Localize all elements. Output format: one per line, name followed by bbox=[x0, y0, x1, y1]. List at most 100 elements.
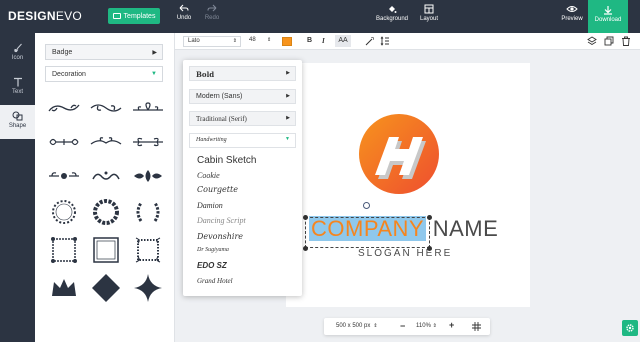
shape-icon bbox=[12, 111, 23, 121]
download-button[interactable]: Download bbox=[588, 0, 628, 33]
laurel-wreath-icon[interactable] bbox=[129, 195, 167, 229]
ornament-flourish-icon[interactable] bbox=[87, 159, 125, 193]
diamond-shape-icon[interactable] bbox=[87, 271, 125, 305]
text-icon bbox=[13, 77, 22, 87]
download-icon bbox=[604, 6, 612, 15]
resize-handle[interactable] bbox=[303, 215, 308, 220]
redo-button[interactable]: Redo bbox=[195, 4, 229, 21]
caret-down-icon: ▼ bbox=[285, 137, 290, 142]
font-dropdown: Bold ▶ Modern (Sans) ▶ Traditional (Seri… bbox=[183, 60, 302, 296]
design-canvas[interactable]: COMPANY NAME SLOGAN HERE bbox=[286, 63, 530, 307]
bold-button[interactable]: B bbox=[307, 37, 312, 44]
app-logo[interactable]: DESIGNEVO bbox=[8, 9, 82, 23]
font-option[interactable]: Grand Hotel bbox=[197, 277, 233, 285]
company-selected-text[interactable]: COMPANY bbox=[309, 216, 427, 241]
ornament-flourish-icon[interactable] bbox=[129, 159, 167, 193]
magic-wand-icon[interactable] bbox=[365, 36, 375, 46]
layout-icon bbox=[424, 4, 434, 14]
redo-label: Redo bbox=[204, 15, 220, 21]
zoom-bar: 500 x 500 px ⇕ − 110% ⇕ + bbox=[324, 318, 490, 335]
company-name-text[interactable]: COMPANY NAME bbox=[309, 216, 498, 242]
duplicate-icon[interactable] bbox=[604, 36, 614, 46]
font-option[interactable]: Devonshire bbox=[197, 232, 243, 241]
trash-icon[interactable] bbox=[621, 36, 631, 46]
laurel-wreath-icon[interactable] bbox=[45, 195, 83, 229]
font-option[interactable]: Cabin Sketch bbox=[197, 155, 256, 166]
font-option[interactable]: Courgette bbox=[197, 185, 238, 194]
nav-item-text[interactable]: Text bbox=[0, 71, 35, 105]
nav-item-label: Shape bbox=[8, 123, 27, 129]
ornament-flourish-icon[interactable] bbox=[45, 159, 83, 193]
templates-icon bbox=[112, 13, 121, 19]
ornament-flourish-icon[interactable] bbox=[87, 125, 125, 159]
canvas-size-select[interactable]: 500 x 500 px ⇕ bbox=[336, 323, 378, 329]
grid-icon[interactable] bbox=[472, 322, 481, 331]
slogan-text[interactable]: SLOGAN HERE bbox=[358, 248, 452, 259]
zoom-in-button[interactable]: + bbox=[449, 320, 454, 330]
nav-item-shape[interactable]: Shape bbox=[0, 105, 35, 139]
font-select-value: Lato bbox=[188, 38, 200, 44]
category-label: Decoration bbox=[52, 71, 86, 78]
ornate-frame-icon[interactable] bbox=[45, 233, 83, 267]
templates-button[interactable]: Templates bbox=[108, 8, 160, 24]
background-label: Background bbox=[375, 16, 409, 22]
updown-icon: ⇕ bbox=[432, 323, 437, 329]
resize-handle[interactable] bbox=[427, 246, 432, 251]
four-point-star-shape-icon[interactable] bbox=[129, 271, 167, 305]
updown-icon[interactable]: ⇕ bbox=[267, 37, 271, 43]
layout-button[interactable]: Layout bbox=[412, 4, 446, 22]
uppercase-button[interactable]: AA bbox=[335, 35, 351, 47]
resize-handle[interactable] bbox=[427, 215, 432, 220]
layers-icon[interactable] bbox=[587, 36, 597, 46]
caret-down-icon: ▼ bbox=[151, 71, 157, 77]
logo-symbol-icon[interactable] bbox=[358, 113, 440, 195]
font-option[interactable]: Dancing Script bbox=[197, 216, 246, 225]
rotate-handle[interactable] bbox=[363, 202, 370, 209]
zoom-out-button[interactable]: − bbox=[400, 321, 405, 331]
templates-label: Templates bbox=[123, 12, 156, 20]
ornament-flourish-icon[interactable] bbox=[129, 91, 167, 125]
category-decoration-dropdown[interactable]: Decoration ▼ bbox=[45, 66, 163, 82]
zoom-select[interactable]: 110% ⇕ bbox=[416, 323, 437, 329]
laurel-wreath-icon[interactable] bbox=[87, 195, 125, 229]
canvas-size-value: 500 x 500 px bbox=[336, 323, 371, 329]
font-option[interactable]: Damion bbox=[197, 201, 223, 210]
resize-handle[interactable] bbox=[303, 246, 308, 251]
ornament-flourish-icon[interactable] bbox=[129, 125, 167, 159]
ornament-flourish-icon[interactable] bbox=[45, 125, 83, 159]
ornate-frame-icon[interactable] bbox=[87, 233, 125, 267]
ornament-flourish-icon[interactable] bbox=[45, 91, 83, 125]
text-color-swatch[interactable] bbox=[282, 37, 292, 46]
font-size-input[interactable]: 48 bbox=[249, 37, 256, 43]
undo-icon bbox=[179, 4, 189, 12]
download-label: Download bbox=[594, 17, 622, 23]
ornate-frame-icon[interactable] bbox=[129, 233, 167, 267]
background-button[interactable]: Background bbox=[374, 4, 410, 22]
font-category-label: Bold bbox=[196, 70, 215, 79]
font-option[interactable]: EDO SZ bbox=[197, 261, 227, 270]
font-option[interactable]: Cookie bbox=[197, 171, 220, 180]
nav-item-icon[interactable]: Icon bbox=[0, 37, 35, 71]
category-badge-dropdown[interactable]: Badge ▶ bbox=[45, 44, 163, 60]
preview-button[interactable]: Preview bbox=[555, 4, 589, 22]
font-category-bold[interactable]: Bold ▶ bbox=[189, 66, 296, 81]
company-rest-text[interactable]: NAME bbox=[426, 216, 498, 241]
italic-button[interactable]: I bbox=[322, 37, 325, 45]
line-spacing-icon[interactable] bbox=[380, 36, 390, 46]
font-category-traditional[interactable]: Traditional (Serif) ▶ bbox=[189, 111, 296, 126]
settings-button[interactable] bbox=[622, 320, 638, 336]
font-category-modern[interactable]: Modern (Sans) ▶ bbox=[189, 89, 296, 104]
font-category-label: Handwriting bbox=[196, 137, 227, 143]
text-toolbar: Lato ⇕ 48 ⇕ B I AA bbox=[175, 33, 640, 50]
layout-label: Layout bbox=[419, 16, 438, 22]
font-category-handwriting[interactable]: Handwriting ▼ bbox=[189, 133, 296, 148]
shape-panel: Badge ▶ Decoration ▼ bbox=[35, 33, 175, 342]
eye-icon bbox=[566, 6, 578, 12]
crown-shape-icon[interactable] bbox=[45, 271, 83, 305]
ornament-flourish-icon[interactable] bbox=[87, 91, 125, 125]
font-category-label: Modern (Sans) bbox=[196, 93, 243, 100]
font-option[interactable]: Dr Sugiyama bbox=[197, 247, 229, 253]
left-nav: Icon Text Shape bbox=[0, 33, 35, 342]
preview-label: Preview bbox=[561, 16, 583, 22]
font-select[interactable]: Lato ⇕ bbox=[183, 36, 241, 47]
